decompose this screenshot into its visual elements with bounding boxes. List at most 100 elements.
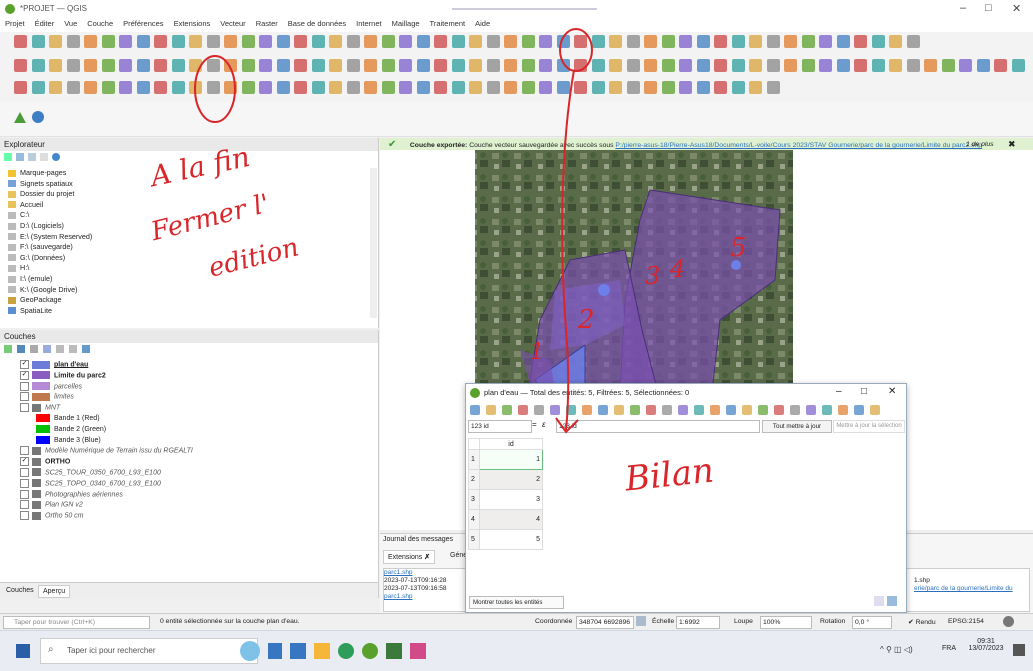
toolbar-button[interactable]: [206, 59, 220, 72]
file-explorer-icon[interactable]: [314, 643, 330, 659]
toolbar-button[interactable]: [539, 35, 552, 48]
toolbar-button[interactable]: [574, 59, 587, 72]
toolbar-button[interactable]: [521, 81, 535, 94]
explorer-item[interactable]: G:\ (Données): [8, 253, 368, 264]
toolbar-button[interactable]: [574, 35, 587, 48]
toolbar-button[interactable]: [696, 35, 710, 48]
toolbar-button[interactable]: [451, 59, 465, 72]
toolbar-button[interactable]: [661, 81, 675, 94]
layer-item[interactable]: SC25_TOPO_0340_6700_L93_E100: [6, 478, 376, 490]
menu-raster[interactable]: Raster: [251, 18, 283, 29]
toolbar-button[interactable]: [119, 35, 132, 48]
row-header[interactable]: 3: [468, 489, 480, 510]
layer-visibility-checkbox[interactable]: [20, 478, 29, 488]
layer-item[interactable]: limites: [6, 392, 376, 403]
toolbar-button[interactable]: [364, 59, 377, 72]
toolbar-button[interactable]: [679, 35, 692, 48]
toolbar-button[interactable]: [696, 59, 710, 72]
layer-visibility-checkbox[interactable]: [20, 381, 29, 391]
tab-apercu[interactable]: Aperçu: [38, 585, 71, 598]
layer-visibility-checkbox[interactable]: ✓: [20, 370, 29, 380]
row-header[interactable]: 5: [468, 529, 480, 550]
toolbar-button[interactable]: [329, 81, 342, 94]
toolbar-button[interactable]: [49, 35, 62, 48]
toolbar-button[interactable]: [749, 59, 762, 72]
toolbar-button[interactable]: [206, 81, 220, 94]
toolbar-button[interactable]: [171, 59, 185, 72]
attribute-toolbar-button[interactable]: [566, 405, 576, 415]
menu-aide[interactable]: Aide: [470, 18, 495, 29]
tab-couches[interactable]: Couches: [6, 587, 34, 594]
layer-visibility-checkbox[interactable]: [20, 446, 29, 456]
toolbar-button[interactable]: [171, 81, 185, 94]
toolbar-button[interactable]: [346, 35, 360, 48]
toolbar-button[interactable]: [556, 81, 570, 94]
toolbar-button[interactable]: [574, 81, 587, 94]
toolbar-button[interactable]: [731, 35, 745, 48]
toolbar-button[interactable]: [154, 35, 167, 48]
toolbar-button[interactable]: [591, 35, 605, 48]
filter-icon[interactable]: [16, 153, 24, 161]
layer-item[interactable]: Bande 3 (Blue): [6, 435, 376, 447]
toolbar-button[interactable]: [819, 59, 832, 72]
toolbar-button[interactable]: [486, 35, 500, 48]
toolbar-button[interactable]: [101, 81, 115, 94]
toolbar-button[interactable]: [416, 81, 430, 94]
toolbar-button[interactable]: [591, 59, 605, 72]
toolbar-button[interactable]: [189, 81, 202, 94]
toolbar-button[interactable]: [206, 35, 220, 48]
toolbar-button[interactable]: [329, 59, 342, 72]
remove-layer-icon[interactable]: [82, 345, 90, 353]
toolbar-button[interactable]: [224, 35, 237, 48]
table-row[interactable]: 55: [468, 529, 543, 550]
coord-field[interactable]: 348704 6692896: [576, 616, 634, 629]
table-row[interactable]: 44: [468, 509, 543, 530]
magnifier-field[interactable]: 100%: [760, 616, 812, 629]
attribute-toolbar-button[interactable]: [742, 405, 752, 415]
menu-vecteur[interactable]: Vecteur: [215, 18, 250, 29]
toolbar-button[interactable]: [101, 35, 115, 48]
language-indicator[interactable]: FRA: [942, 645, 956, 652]
toolbar-button[interactable]: [189, 35, 202, 48]
toolbar-button[interactable]: [731, 59, 745, 72]
toolbar-button[interactable]: [906, 35, 920, 48]
toolbar-button[interactable]: [976, 59, 990, 72]
toolbar-button[interactable]: [84, 81, 97, 94]
render-checkbox[interactable]: ✔ Rendu: [908, 618, 936, 626]
toolbar-button[interactable]: [1011, 59, 1025, 72]
journal-right-link[interactable]: erie/parc de la gournerie/Limite du: [914, 585, 1013, 593]
layer-item[interactable]: Modèle Numérique de Terrain issu du RGEA…: [6, 446, 376, 457]
explorer-item[interactable]: H:\: [8, 263, 368, 274]
toolbar-button[interactable]: [399, 81, 412, 94]
toolbar-button[interactable]: [661, 59, 675, 72]
toolbar-button[interactable]: [294, 35, 307, 48]
layer-visibility-checkbox[interactable]: ✓: [20, 360, 29, 369]
toolbar-button[interactable]: [311, 59, 325, 72]
menu-extensions[interactable]: Extensions: [169, 18, 216, 29]
rotation-field[interactable]: 0,0 °: [852, 616, 892, 629]
toolbar-button[interactable]: [171, 35, 185, 48]
menu-base-de-donnees[interactable]: Base de données: [283, 18, 351, 29]
add-group-icon[interactable]: [17, 345, 25, 353]
update-selection-button[interactable]: Mettre à jour la sélection: [833, 420, 905, 433]
toolbar-button[interactable]: [469, 35, 482, 48]
menu-couche[interactable]: Couche: [82, 18, 118, 29]
toolbar-button[interactable]: [101, 59, 115, 72]
toolbar-button[interactable]: [749, 35, 762, 48]
toolbar-button[interactable]: [294, 59, 307, 72]
refresh-icon[interactable]: [4, 153, 12, 161]
layer-visibility-checkbox[interactable]: [20, 500, 29, 510]
toolbar-button[interactable]: [399, 35, 412, 48]
triangle-icon[interactable]: [14, 112, 26, 123]
show-all-features-button[interactable]: Montrer toutes les entités: [469, 596, 564, 609]
toolbar-button[interactable]: [504, 35, 517, 48]
explorer-item[interactable]: I:\ (emule): [8, 274, 368, 285]
menu-editer[interactable]: Éditer: [30, 18, 60, 29]
journal-tab-extensions[interactable]: Extensions ✗: [383, 550, 436, 564]
toolbar-button[interactable]: [696, 81, 710, 94]
layer-item[interactable]: ✓ plan d'eau: [6, 360, 376, 371]
toolbar-button[interactable]: [644, 35, 657, 48]
toolbar-button[interactable]: [906, 59, 920, 72]
explorer-item[interactable]: F:\ (sauvegarde): [8, 242, 368, 253]
toolbar-button[interactable]: [31, 81, 45, 94]
